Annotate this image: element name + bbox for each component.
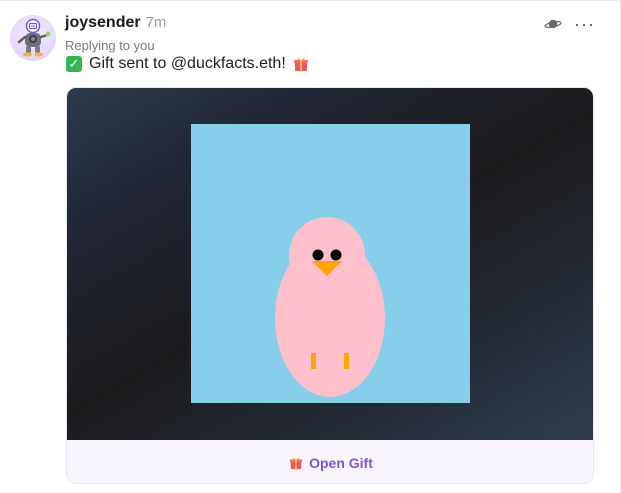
- message-text: Gift sent to @duckfacts.eth!: [89, 55, 286, 72]
- wrapped-gift-icon: [293, 58, 308, 71]
- gift-card[interactable]: Open Gift: [66, 87, 594, 484]
- timestamp[interactable]: 7m: [146, 14, 167, 31]
- duck-artwork: [191, 124, 470, 403]
- reply-context: Replying to you: [65, 38, 155, 53]
- gift-icon: [289, 457, 303, 469]
- open-gift-label: Open Gift: [309, 454, 373, 471]
- more-horizontal-icon[interactable]: ···: [574, 15, 595, 33]
- cast-header: joysender 7m: [65, 14, 166, 34]
- username[interactable]: joysender: [65, 14, 141, 32]
- duck-foot-left: [311, 353, 316, 369]
- cast-text: ✓ Gift sent to @duckfacts.eth!: [66, 55, 309, 73]
- cast-actions: ···: [544, 15, 595, 33]
- avatar[interactable]: [10, 15, 56, 61]
- duck-eye-right: [330, 249, 342, 261]
- duck-foot-right: [344, 353, 349, 369]
- check-mark-button-icon: ✓: [66, 56, 82, 72]
- robot-avatar-icon: [17, 18, 51, 57]
- duck-head: [289, 217, 365, 293]
- open-gift-button[interactable]: Open Gift: [67, 440, 593, 483]
- cast-item[interactable]: joysender 7m ··· Replying to you ✓ Gift …: [0, 0, 621, 493]
- gift-artwork-frame: [67, 88, 593, 440]
- duck-eye-left: [312, 249, 324, 261]
- planet-icon[interactable]: [544, 17, 562, 31]
